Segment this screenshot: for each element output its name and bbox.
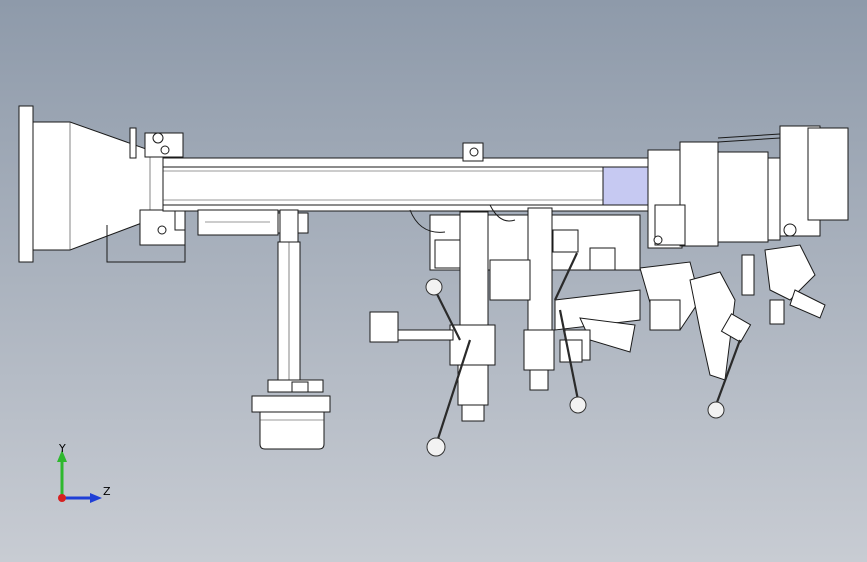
x-axis-dot [58, 494, 66, 502]
y-axis-label: Y [58, 442, 66, 455]
coordinate-triad: Y Z [50, 440, 120, 510]
main-beam [162, 142, 654, 212]
z-axis-label: Z [103, 485, 111, 498]
support-post [267, 209, 324, 393]
head-block [647, 125, 849, 249]
bottom-tray [251, 395, 331, 450]
side-plate [369, 311, 454, 343]
central-mechanism [409, 204, 641, 422]
assembly-drawing [18, 105, 849, 457]
model-viewport[interactable] [0, 0, 867, 562]
z-arrow-icon [90, 493, 102, 503]
